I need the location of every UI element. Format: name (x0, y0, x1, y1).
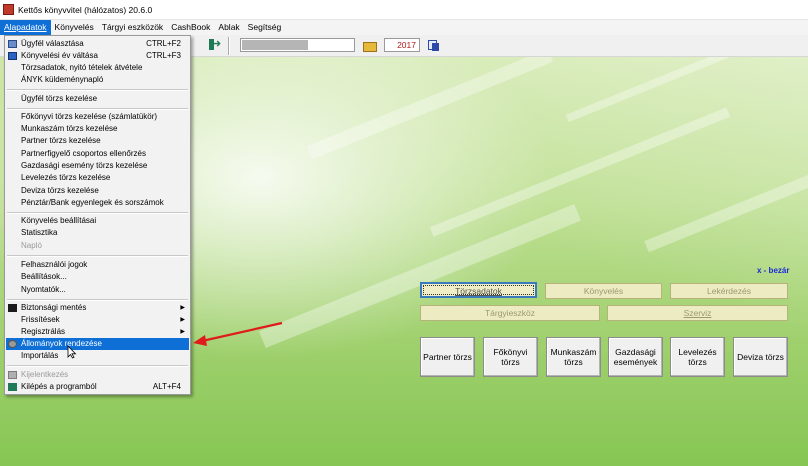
menu-item-partnerfigyelo[interactable]: Partnerfigyelő csoportos ellenőrzés (6, 148, 189, 160)
menu-item-statisztika[interactable]: Statisztika (6, 227, 189, 239)
category-konyveles-button[interactable]: Könyvelés (545, 283, 662, 299)
menu-bar: Alapadatok Könyvelés Tárgyi eszközök Cas… (0, 20, 808, 35)
menu-item-kijelentkezes: Kijelentkezés (6, 369, 189, 381)
year-icon (8, 52, 17, 60)
menu-item-levelezes-torzs[interactable]: Levelezés törzs kezelése (6, 172, 189, 184)
toolbar-separator (228, 37, 230, 55)
menu-item-ugyfel-torzs[interactable]: Ügyfél törzs kezelése (6, 93, 189, 105)
menu-item-partner-torzs[interactable]: Partner törzs kezelése (6, 135, 189, 147)
gazdasagi-esemenyek-button[interactable]: Gazdasági események (608, 337, 663, 377)
backup-icon (8, 304, 17, 312)
menu-alapadatok[interactable]: Alapadatok (0, 20, 51, 35)
logout-icon (8, 371, 17, 379)
window-title: Kettős könyvvitel (hálózatos) 20.6.0 (18, 4, 153, 15)
menu-item-importalas[interactable]: Importálás (6, 350, 189, 362)
levelezes-torzs-button[interactable]: Levelezés törzs (670, 337, 725, 377)
close-link[interactable]: x - bezár (757, 266, 789, 275)
category-szerviz-button[interactable]: Szerviz (607, 305, 788, 321)
submenu-arrow-icon: ▶ (180, 329, 185, 335)
menu-ablak[interactable]: Ablak (214, 20, 243, 35)
folder-icon[interactable] (362, 38, 377, 52)
title-bar: Kettős könyvvitel (hálózatos) 20.6.0 (0, 0, 808, 20)
menu-item-biztonsagi-mentes[interactable]: Biztonsági mentés ▶ (6, 302, 189, 314)
alapadatok-dropdown-menu: Ügyfél választása CTRL+F2 Könyvelési év v… (4, 35, 191, 395)
menu-item-anyk-kuldemenynaplo[interactable]: ÁNYK küldeménynapló (6, 74, 189, 86)
partner-torzs-button[interactable]: Partner törzs (420, 337, 475, 377)
deviza-torzs-button[interactable]: Deviza törzs (733, 337, 788, 377)
menu-separator (7, 299, 188, 301)
menu-konyveles[interactable]: Könyvelés (51, 20, 98, 35)
menu-item-regisztralas[interactable]: Regisztrálás ▶ (6, 326, 189, 338)
fokonyvi-torzs-button[interactable]: Főkönyvi törzs (483, 337, 538, 377)
menu-item-frissitesek[interactable]: Frissítések ▶ (6, 314, 189, 326)
menu-separator (7, 108, 188, 110)
menu-separator (7, 212, 188, 214)
menu-item-felhasznaloi-jogok[interactable]: Felhasználói jogok (6, 259, 189, 271)
menu-separator (7, 255, 188, 257)
menu-separator (7, 89, 188, 91)
menu-item-nyomtatok[interactable]: Nyomtatók... (6, 284, 189, 296)
menu-item-gazdasagi-esemeny-torzs[interactable]: Gazdasági esemény törzs kezelése (6, 160, 189, 172)
client-icon (8, 40, 17, 48)
menu-item-kilepes[interactable]: Kilépés a programból ALT+F4 (6, 381, 189, 393)
client-name-field[interactable] (240, 38, 355, 52)
menu-segitseg[interactable]: Segítség (244, 20, 286, 35)
menu-item-deviza-torzs[interactable]: Deviza törzs kezelése (6, 185, 189, 197)
menu-item-penztar-bank[interactable]: Pénztár/Bank egyenlegek és sorszámok (6, 197, 189, 209)
menu-targyi-eszkozok[interactable]: Tárgyi eszközök (98, 20, 167, 35)
exit-icon[interactable] (207, 37, 221, 52)
annotation-arrow-icon (193, 321, 283, 346)
gears-icon (8, 340, 17, 348)
menu-item-fokonyvi-torzs[interactable]: Főkönyvi törzs kezelése (számlatükör) (6, 111, 189, 123)
menu-item-konyveles-beallitasai[interactable]: Könyvelés beállításai (6, 215, 189, 227)
menu-item-torzsadatok-atvetele[interactable]: Törzsadatok, nyitó tételek átvétele (6, 62, 189, 74)
mouse-cursor-icon (67, 345, 77, 359)
submenu-arrow-icon: ▶ (180, 305, 185, 311)
submenu-arrow-icon: ▶ (180, 317, 185, 323)
menu-cashbook[interactable]: CashBook (167, 20, 214, 35)
app-icon (3, 4, 14, 15)
menu-separator (7, 365, 188, 367)
menu-item-allomanyok-rendezese[interactable]: Állományok rendezése (6, 338, 189, 350)
menu-item-munkaszam-torzs[interactable]: Munkaszám törzs kezelése (6, 123, 189, 135)
exit-icon (8, 383, 17, 391)
menu-item-naplo: Napló (21, 241, 42, 250)
category-lekerdezes-button[interactable]: Lekérdezés (670, 283, 788, 299)
swap-icon[interactable] (427, 38, 441, 52)
menu-item-konyvelesi-ev-valtasa[interactable]: Könyvelési év váltása CTRL+F3 (6, 50, 189, 62)
menu-item-ugyfel-valasztasa[interactable]: Ügyfél választása CTRL+F2 (6, 38, 189, 50)
menu-item-beallitasok[interactable]: Beállítások... (6, 271, 189, 283)
year-field[interactable]: 2017 (384, 38, 420, 52)
category-torzsadatok-button[interactable]: Törzsadatok (420, 282, 537, 298)
munkaszam-torzs-button[interactable]: Munkaszám törzs (546, 337, 601, 377)
category-targyieszkoz-button[interactable]: Tárgyieszköz (420, 305, 600, 321)
